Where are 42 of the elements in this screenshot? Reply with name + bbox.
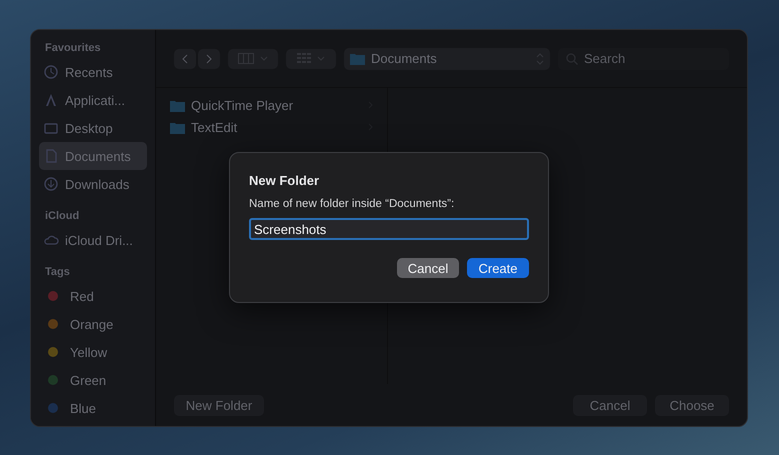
sidebar-item[interactable]: Red — [39, 282, 147, 310]
sidebar-item[interactable]: Downloads — [39, 170, 147, 198]
app-icon — [170, 98, 185, 112]
app-icon — [170, 120, 185, 134]
sidebar-item[interactable]: Orange — [39, 310, 147, 338]
caret-icon — [317, 56, 325, 61]
cancel-button[interactable]: Cancel — [397, 258, 459, 278]
up-down-caret-icon — [536, 52, 544, 64]
file-row[interactable]: TextEdit — [162, 116, 381, 138]
clock-icon — [43, 64, 59, 80]
sidebar-item[interactable]: Green — [39, 366, 147, 394]
sidebar-item[interactable]: Documents — [39, 142, 147, 170]
sidebar-item[interactable]: Recents — [39, 58, 147, 86]
dialog-prompt: Name of new folder inside “Documents”: — [249, 198, 456, 210]
sidebar-item[interactable]: Desktop — [39, 114, 147, 142]
chevron-right-icon — [206, 54, 212, 64]
sidebar-section-title: Tags — [45, 266, 71, 278]
icon-view-button[interactable] — [286, 48, 336, 68]
sidebar-item[interactable]: iCloud Dri... — [39, 226, 147, 254]
folder-icon — [350, 52, 365, 65]
back-button[interactable] — [174, 48, 196, 68]
sidebar-item[interactable]: Blue — [39, 394, 147, 422]
sidebar-item[interactable]: Yellow — [39, 338, 147, 366]
create-button[interactable]: Create — [467, 258, 529, 278]
sidebar-section-title: Favourites — [45, 42, 102, 54]
columns-icon — [238, 53, 254, 64]
sidebar-section-title: iCloud — [45, 210, 80, 222]
grid-icon — [297, 53, 311, 64]
sidebar-item[interactable]: Applicati... — [39, 86, 147, 114]
download-icon — [43, 176, 59, 192]
file-row[interactable]: QuickTime Player — [162, 94, 381, 116]
new-folder-button[interactable]: New Folder — [174, 394, 264, 416]
caret-icon — [260, 56, 268, 61]
chevron-left-icon — [182, 54, 188, 64]
location-popup[interactable]: Documents — [344, 48, 550, 70]
column-view-button[interactable] — [228, 48, 278, 68]
choose-button[interactable]: Choose — [655, 394, 729, 416]
letter-a-icon — [43, 92, 59, 108]
dialog-title: New Folder — [249, 173, 320, 188]
cancel-button[interactable]: Cancel — [573, 394, 647, 416]
folder-name-field[interactable]: Screenshots — [249, 218, 529, 240]
forward-button[interactable] — [198, 48, 220, 68]
